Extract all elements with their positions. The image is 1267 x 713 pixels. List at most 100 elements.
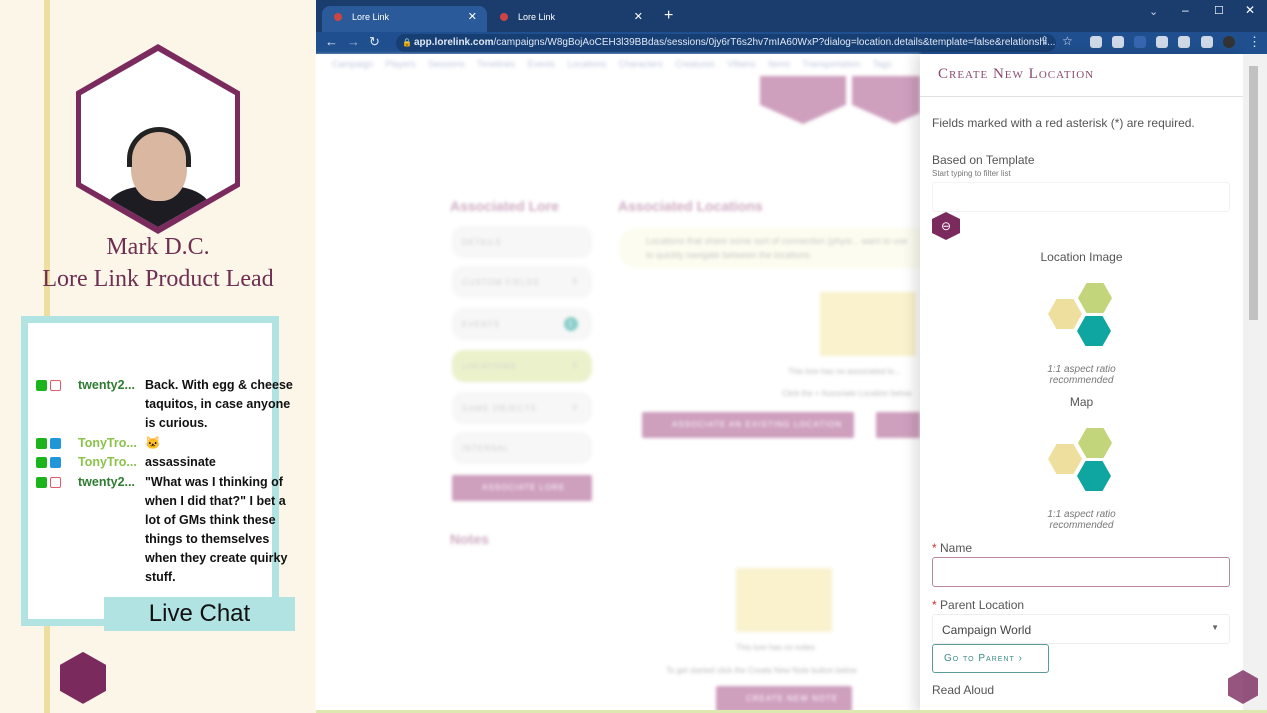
nav-items[interactable]: Items	[768, 59, 790, 69]
no-locations-text: This lore has no associated lo...	[788, 367, 901, 376]
nav-events[interactable]: Events	[528, 59, 556, 69]
crown-badge-icon	[50, 457, 61, 468]
presenter-name: Mark D.C.	[106, 234, 210, 260]
lore-tab-game-objects[interactable]: Game Objects 0	[452, 392, 592, 424]
bookmark-star-icon[interactable]: ☆	[1062, 34, 1073, 48]
extension-w-icon[interactable]	[1156, 36, 1168, 48]
share-icon[interactable]: ⇪	[1040, 34, 1049, 47]
panel-title: Create New Location	[938, 66, 1095, 82]
mod-badge-icon	[36, 380, 47, 391]
close-window-icon[interactable]: ✕	[1245, 3, 1255, 17]
menu-icon[interactable]: ⋮	[1248, 34, 1261, 50]
nav-locations[interactable]: Locations	[568, 59, 607, 69]
map-upload[interactable]	[1038, 421, 1126, 505]
nav-timelines[interactable]: Timelines	[477, 59, 515, 69]
forward-icon[interactable]: →	[347, 34, 360, 49]
tab-lore-link-active[interactable]: Lore Link ✕	[322, 6, 487, 32]
chat-text: "What was I thinking of when I did that?…	[145, 475, 288, 584]
placeholder-hex-icon	[1078, 428, 1112, 458]
lore-tab-locations[interactable]: Locations 0	[452, 350, 592, 382]
url-host: app.lorelink.com	[414, 37, 494, 48]
lore-tab-internal[interactable]: Internal	[452, 432, 592, 464]
maximize-icon[interactable]: ☐	[1214, 4, 1224, 17]
reload-icon[interactable]: ↻	[369, 34, 380, 50]
chat-emote: 🐱	[145, 436, 161, 450]
nav-transportation[interactable]: Transportation	[803, 59, 861, 69]
dropdown-caret-icon: ▼	[1211, 623, 1219, 632]
mod-badge-icon	[36, 438, 47, 449]
lore-link-logo	[60, 650, 300, 706]
stream-overlay: Mark D.C. Lore Link Product Lead twenty2…	[0, 0, 316, 713]
tab-label: Lore Link	[352, 12, 390, 22]
close-tab-icon[interactable]: ✕	[468, 6, 477, 28]
notes-title: Notes	[450, 531, 489, 547]
chat-text: assassinate	[145, 455, 216, 469]
scrollbar-thumb[interactable]	[1249, 66, 1258, 320]
close-tab-icon[interactable]: ✕	[634, 6, 643, 28]
placeholder-hex-icon	[1048, 444, 1082, 474]
favicon-icon	[334, 13, 342, 21]
tab-label: Lore Link	[518, 12, 556, 22]
chat-username: TonyTro...	[78, 455, 137, 469]
associated-locations-title: Associated Locations	[618, 198, 763, 214]
location-hex-decoration	[852, 76, 920, 124]
app-nav: Campaign Players Sessions Timelines Even…	[332, 59, 892, 69]
associate-lore-button[interactable]: Associate Lore	[452, 475, 592, 501]
address-bar-row: ← → ↻ 🔒 app.lorelink.com/campaigns/W8gBoj…	[316, 32, 1267, 54]
chat-username: twenty2...	[78, 475, 135, 489]
link-icon[interactable]: ⊖	[932, 212, 960, 240]
parent-location-select[interactable]: Campaign World ▼	[932, 614, 1230, 644]
template-label: Based on Template	[932, 153, 1035, 167]
required-asterisk: *	[932, 541, 937, 555]
create-location-button[interactable]	[876, 412, 920, 438]
extension-a-icon[interactable]	[1134, 36, 1146, 48]
side-panel-icon[interactable]	[1201, 36, 1213, 48]
associated-lore-title: Associated Lore	[450, 198, 559, 214]
placeholder-hex-icon	[1048, 299, 1082, 329]
placeholder-hex-icon	[1077, 316, 1111, 346]
headphones-icon	[127, 127, 191, 167]
lore-tab-events[interactable]: Events 1	[452, 308, 592, 340]
presenter-title: Lore Link Product Lead	[42, 266, 274, 292]
url-bar[interactable]: 🔒 app.lorelink.com/campaigns/W8gBojAoCEH3…	[396, 34, 1056, 52]
extension-shield-icon[interactable]	[1090, 36, 1102, 48]
nav-tags[interactable]: Tags	[873, 59, 892, 69]
tab-search-icon[interactable]: ⌄	[1149, 5, 1158, 18]
panel-scrollbar[interactable]	[1243, 54, 1267, 713]
chat-username: TonyTro...	[78, 436, 137, 450]
associate-existing-location-button[interactable]: Associate an Existing Location	[642, 412, 854, 438]
event-hex-decoration	[760, 76, 846, 124]
crown-badge-icon	[50, 438, 61, 449]
tab-strip: Lore Link ✕ Lore Link ✕ + ⌄ – ☐ ✕	[316, 0, 1267, 32]
nav-sessions[interactable]: Sessions	[428, 59, 465, 69]
placeholder-hex-icon	[1077, 461, 1111, 491]
minimize-icon[interactable]: –	[1182, 3, 1189, 17]
nav-creatures[interactable]: Creatures	[675, 59, 715, 69]
profile-avatar[interactable]	[1223, 36, 1235, 48]
map-label: Map	[1069, 395, 1094, 409]
locations-hint: Click the + Associate Location below	[782, 389, 912, 398]
template-input[interactable]	[932, 182, 1230, 212]
tab-lore-link[interactable]: Lore Link ✕	[488, 6, 653, 32]
empty-box-icon	[736, 568, 832, 632]
extensions-puzzle-icon[interactable]	[1178, 36, 1190, 48]
extension-screen-icon[interactable]	[1112, 36, 1124, 48]
mod-badge-icon	[36, 477, 47, 488]
location-image-upload[interactable]	[1038, 276, 1126, 360]
create-new-note-button[interactable]: Create New Note	[716, 686, 852, 712]
nav-villains[interactable]: Villains	[727, 59, 755, 69]
name-input[interactable]	[932, 557, 1230, 587]
nav-characters[interactable]: Characters	[619, 59, 663, 69]
lore-tab-details[interactable]: Details	[452, 226, 592, 258]
background-page: Campaign Players Sessions Timelines Even…	[316, 54, 920, 713]
placeholder-hex-icon	[1078, 283, 1112, 313]
lore-tab-custom-fields[interactable]: Custom Fields 0	[452, 266, 592, 298]
new-tab-icon[interactable]: +	[664, 7, 673, 25]
go-to-parent-button[interactable]: Go to Parent ›	[932, 644, 1049, 673]
template-hint: Start typing to filter list	[932, 169, 1011, 178]
nav-campaign[interactable]: Campaign	[332, 59, 373, 69]
empty-box-icon	[820, 292, 916, 356]
back-icon[interactable]: ←	[325, 34, 338, 49]
image-aspect-hint: 1:1 aspect ratio recommended	[1047, 364, 1116, 386]
nav-players[interactable]: Players	[386, 59, 416, 69]
